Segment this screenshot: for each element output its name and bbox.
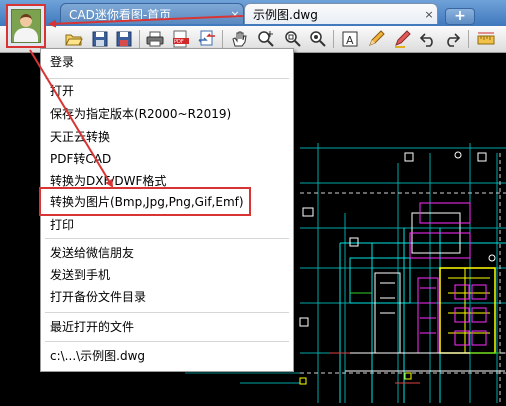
arrow-avatar-to-item [29,49,114,188]
arrow-tab-to-avatar [48,15,244,28]
annotation-arrows [29,15,244,188]
